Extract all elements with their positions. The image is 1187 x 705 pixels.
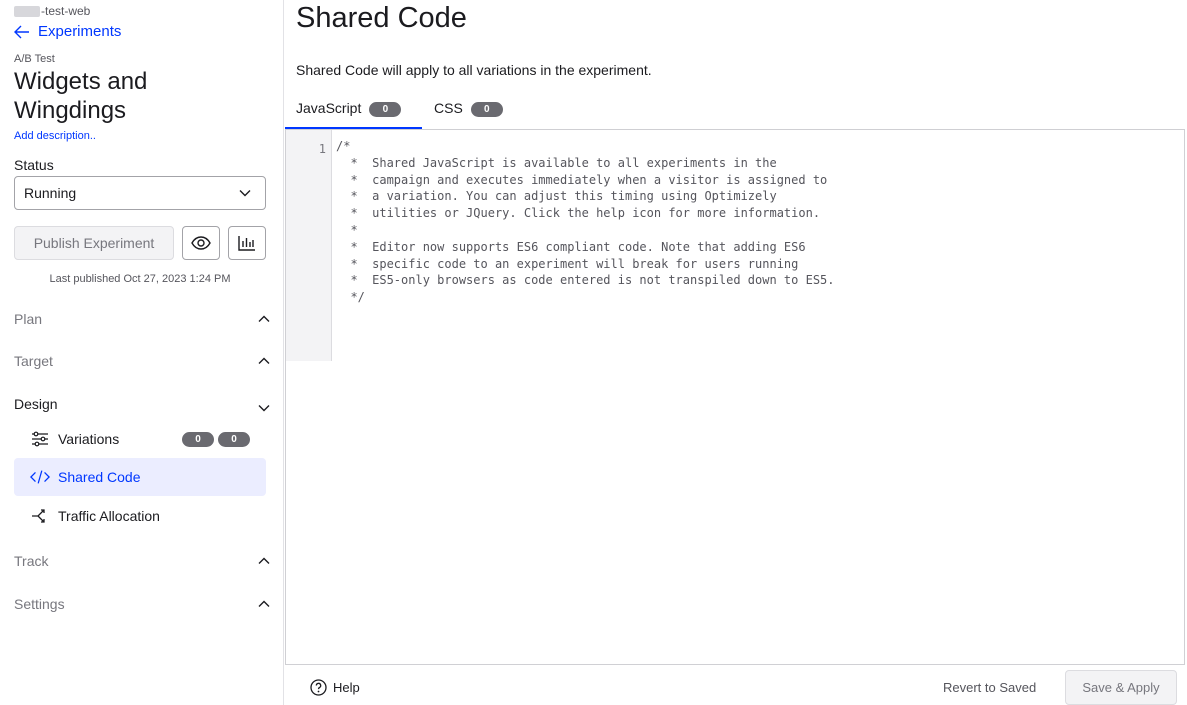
arrow-left-icon [14, 25, 29, 38]
chevron-up-icon [258, 315, 270, 322]
last-published-text: Last published Oct 27, 2023 1:24 PM [49, 273, 231, 285]
section-design-label: Design [14, 396, 58, 412]
chevron-up-icon [258, 557, 270, 564]
help-icon [310, 679, 327, 696]
experiment-title: Widgets and Wingdings [14, 68, 148, 124]
tab-css-count: 0 [470, 102, 503, 117]
chevron-down-icon [239, 190, 251, 197]
chevron-down-icon [258, 405, 270, 412]
line-number: 1 [318, 142, 326, 156]
results-button[interactable] [228, 226, 266, 260]
experiment-type: A/B Test [14, 53, 55, 65]
section-plan[interactable]: Plan [14, 311, 270, 327]
back-link-label: Experiments [38, 23, 122, 40]
nav-item-variations-label: Variations [58, 431, 120, 447]
variations-badges: 0 0 [182, 432, 250, 447]
nav-item-traffic-allocation-label: Traffic Allocation [58, 508, 160, 524]
section-track-label: Track [14, 553, 49, 569]
tab-css-label: CSS [434, 100, 463, 116]
nav-item-shared-code[interactable]: Shared Code [14, 458, 266, 496]
variations-badge-count: 0 [182, 432, 214, 447]
revert-to-saved-button[interactable]: Revert to Saved [943, 680, 1036, 695]
publish-experiment-button[interactable]: Publish Experiment [14, 226, 174, 260]
editor-footer: Help Revert to Saved Save & Apply [285, 666, 1187, 705]
section-target-label: Target [14, 353, 53, 369]
sidebar: -test-web Experiments A/B Test Widgets a… [0, 0, 284, 705]
save-and-apply-button[interactable]: Save & Apply [1065, 670, 1177, 705]
nav-item-traffic-allocation[interactable]: Traffic Allocation [14, 497, 266, 535]
back-to-experiments-link[interactable]: Experiments [14, 23, 121, 40]
tab-javascript-count: 0 [369, 102, 402, 117]
split-icon [30, 506, 50, 526]
section-track[interactable]: Track [14, 553, 270, 569]
main-panel: Shared Code Shared Code will apply to al… [285, 0, 1187, 705]
bar-chart-icon [238, 236, 255, 251]
page-title: Shared Code [296, 2, 467, 34]
section-plan-label: Plan [14, 311, 43, 327]
section-target[interactable]: Target [14, 353, 270, 369]
tab-javascript[interactable]: JavaScript 0 [285, 96, 422, 129]
section-settings[interactable]: Settings [14, 596, 270, 612]
chevron-up-icon [258, 600, 270, 607]
tab-css[interactable]: CSS 0 [434, 96, 503, 129]
redacted-text [14, 5, 40, 17]
nav-item-variations[interactable]: Variations 0 0 [14, 420, 266, 458]
status-dropdown[interactable]: Running [14, 176, 266, 210]
project-name: -test-web [14, 4, 90, 18]
code-icon [30, 467, 50, 487]
page-subtitle: Shared Code will apply to all variations… [296, 62, 652, 78]
variations-badge-count: 0 [218, 432, 250, 447]
section-settings-label: Settings [14, 596, 65, 612]
tab-javascript-label: JavaScript [296, 100, 362, 116]
sliders-icon [30, 429, 50, 449]
add-description-link[interactable]: Add description.. [14, 130, 96, 142]
chevron-up-icon [258, 357, 270, 364]
code-editor[interactable]: 1 /* * Shared JavaScript is available to… [285, 129, 1185, 665]
preview-button[interactable] [182, 226, 220, 260]
help-button[interactable]: Help [310, 679, 360, 696]
status-value: Running [24, 185, 77, 201]
nav-item-shared-code-label: Shared Code [58, 469, 141, 485]
editor-gutter: 1 [286, 130, 332, 361]
eye-icon [191, 236, 211, 250]
section-design[interactable]: Design [14, 396, 270, 412]
status-label: Status [14, 157, 54, 173]
help-label: Help [333, 680, 360, 695]
editor-code[interactable]: /* * Shared JavaScript is available to a… [336, 138, 835, 306]
